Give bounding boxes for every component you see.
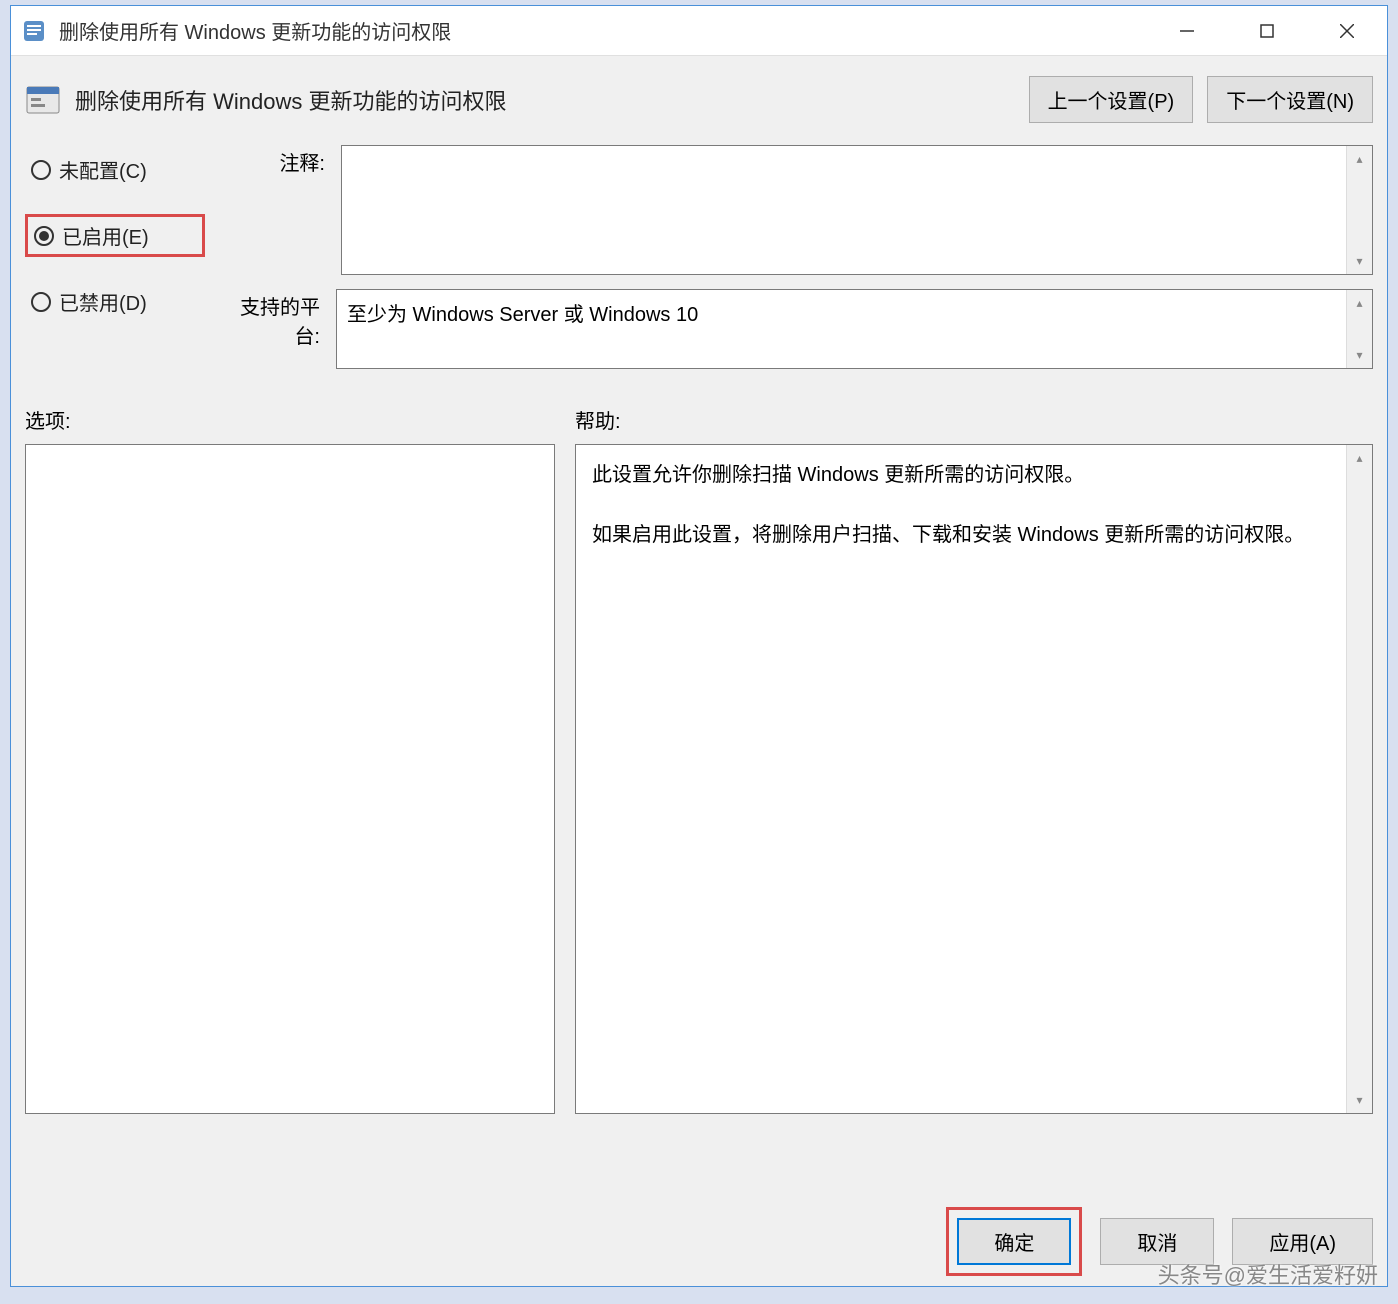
ok-highlight: 确定 xyxy=(946,1207,1082,1276)
apply-button[interactable]: 应用(A) xyxy=(1232,1218,1373,1265)
previous-setting-button[interactable]: 上一个设置(P) xyxy=(1029,76,1194,123)
header-row: 删除使用所有 Windows 更新功能的访问权限 上一个设置(P) 下一个设置(… xyxy=(11,56,1387,133)
radio-icon xyxy=(31,292,51,312)
options-column: 选项: xyxy=(25,405,555,1114)
options-label: 选项: xyxy=(25,405,555,434)
titlebar: 删除使用所有 Windows 更新功能的访问权限 xyxy=(11,6,1387,56)
comment-content xyxy=(342,146,1346,274)
policy-dialog-window: 删除使用所有 Windows 更新功能的访问权限 删除使用所有 Windows … xyxy=(10,5,1388,1287)
policy-icon xyxy=(21,18,47,44)
radio-group: 未配置(C) 已启用(E) 已禁用(D) xyxy=(25,145,205,383)
comment-field[interactable]: ▴ ▾ xyxy=(341,145,1373,275)
help-label: 帮助: xyxy=(575,405,1373,434)
comment-label: 注释: xyxy=(215,145,325,176)
scroll-up-icon[interactable]: ▴ xyxy=(1347,146,1372,172)
help-box: 此设置允许你删除扫描 Windows 更新所需的访问权限。 如果启用此设置，将删… xyxy=(575,444,1373,1114)
options-box[interactable] xyxy=(25,444,555,1114)
scrollbar[interactable]: ▴ ▾ xyxy=(1346,290,1372,368)
radio-label: 已启用(E) xyxy=(62,221,149,250)
platform-row: 支持的平台: 至少为 Windows Server 或 Windows 10 ▴… xyxy=(215,289,1373,369)
platform-field: 至少为 Windows Server 或 Windows 10 ▴ ▾ xyxy=(336,289,1373,369)
cancel-button[interactable]: 取消 xyxy=(1100,1218,1214,1265)
radio-label: 已禁用(D) xyxy=(59,287,147,316)
minimize-button[interactable] xyxy=(1147,6,1227,55)
fields-column: 注释: ▴ ▾ 支持的平台: 至少为 Windows Server 或 Wind… xyxy=(215,145,1373,383)
help-column: 帮助: 此设置允许你删除扫描 Windows 更新所需的访问权限。 如果启用此设… xyxy=(575,405,1373,1114)
radio-not-configured[interactable]: 未配置(C) xyxy=(25,151,205,188)
next-setting-button[interactable]: 下一个设置(N) xyxy=(1207,76,1373,123)
scroll-down-icon[interactable]: ▾ xyxy=(1347,1087,1372,1113)
settings-icon xyxy=(25,83,61,117)
dialog-buttons: 确定 取消 应用(A) xyxy=(946,1207,1373,1276)
lower-row: 选项: 帮助: 此设置允许你删除扫描 Windows 更新所需的访问权限。 如果… xyxy=(11,383,1387,1114)
help-paragraph: 如果启用此设置，将删除用户扫描、下载和安装 Windows 更新所需的访问权限。 xyxy=(592,519,1330,551)
window-buttons xyxy=(1147,6,1387,55)
radio-disabled[interactable]: 已禁用(D) xyxy=(25,283,205,320)
radio-enabled[interactable]: 已启用(E) xyxy=(25,214,205,257)
radio-icon xyxy=(34,226,54,246)
window-title: 删除使用所有 Windows 更新功能的访问权限 xyxy=(59,16,1147,45)
config-area: 未配置(C) 已启用(E) 已禁用(D) 注释: ▴ ▾ xyxy=(11,133,1387,383)
scroll-down-icon[interactable]: ▾ xyxy=(1347,342,1372,368)
scroll-up-icon[interactable]: ▴ xyxy=(1347,290,1372,316)
scroll-down-icon[interactable]: ▾ xyxy=(1347,248,1372,274)
close-button[interactable] xyxy=(1307,6,1387,55)
scrollbar[interactable]: ▴ ▾ xyxy=(1346,146,1372,274)
comment-row: 注释: ▴ ▾ xyxy=(215,145,1373,275)
policy-title: 删除使用所有 Windows 更新功能的访问权限 xyxy=(75,84,1015,116)
radio-icon xyxy=(31,160,51,180)
scroll-up-icon[interactable]: ▴ xyxy=(1347,445,1372,471)
nav-buttons: 上一个设置(P) 下一个设置(N) xyxy=(1029,76,1373,123)
scrollbar[interactable]: ▴ ▾ xyxy=(1346,445,1372,1113)
help-paragraph: 此设置允许你删除扫描 Windows 更新所需的访问权限。 xyxy=(592,459,1330,491)
ok-button[interactable]: 确定 xyxy=(957,1218,1071,1265)
radio-label: 未配置(C) xyxy=(59,155,147,184)
help-content: 此设置允许你删除扫描 Windows 更新所需的访问权限。 如果启用此设置，将删… xyxy=(576,445,1346,1113)
maximize-button[interactable] xyxy=(1227,6,1307,55)
platform-content: 至少为 Windows Server 或 Windows 10 xyxy=(337,290,1346,368)
platform-label: 支持的平台: xyxy=(215,289,320,349)
